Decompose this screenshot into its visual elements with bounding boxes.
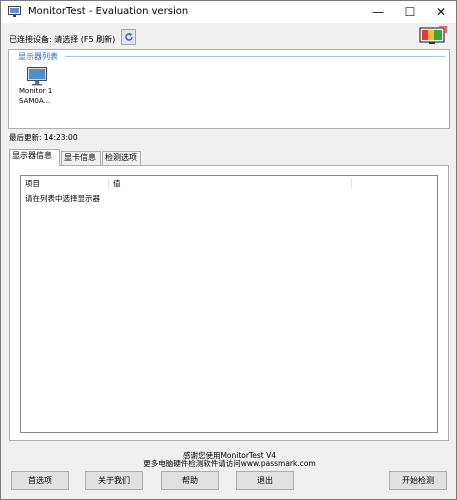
monitor-model: SAM0A... bbox=[19, 97, 51, 105]
start-test-button[interactable]: 开始检测 bbox=[389, 471, 447, 490]
main-window: MonitorTest - Evaluation version — ☐ ✕ 已… bbox=[0, 0, 457, 500]
group-divider bbox=[65, 56, 445, 57]
monitor-list-title: 显示器列表 bbox=[18, 51, 60, 62]
tab-test-options[interactable]: 检测选项 bbox=[102, 151, 141, 165]
column-header-item[interactable]: 项目 bbox=[25, 178, 40, 189]
close-button[interactable]: ✕ bbox=[425, 1, 457, 23]
monitor-list-panel: 显示器列表 Monitor 1 SAM0A... bbox=[8, 49, 450, 129]
passmark-logo-icon bbox=[419, 26, 447, 44]
column-separator[interactable] bbox=[351, 178, 352, 189]
website-text: 更多电脑硬件检测软件请访问www.passmark.com bbox=[143, 459, 316, 468]
tab-panel: 项目 值 请在列表中选择显示器 bbox=[9, 165, 449, 441]
monitor-name: Monitor 1 bbox=[19, 87, 53, 95]
column-separator[interactable] bbox=[108, 178, 109, 189]
column-header-value[interactable]: 值 bbox=[113, 178, 121, 189]
monitor-list-item[interactable]: Monitor 1 SAM0A... bbox=[19, 67, 69, 106]
exit-button[interactable]: 退出 bbox=[236, 471, 294, 490]
monitor-info-list[interactable]: 项目 值 请在列表中选择显示器 bbox=[20, 175, 438, 433]
help-button[interactable]: 帮助 bbox=[161, 471, 219, 490]
monitor-list-header: 显示器列表 bbox=[9, 50, 449, 62]
app-icon bbox=[8, 6, 21, 17]
list-row-message: 请在列表中选择显示器 bbox=[25, 194, 100, 203]
refresh-button[interactable] bbox=[121, 29, 136, 45]
monitor-icon bbox=[27, 67, 47, 86]
minimize-icon: — bbox=[372, 5, 384, 19]
about-button[interactable]: 关于我们 bbox=[85, 471, 143, 490]
close-icon: ✕ bbox=[435, 5, 447, 19]
list-header: 项目 值 bbox=[21, 176, 437, 191]
title-bar[interactable]: MonitorTest - Evaluation version — ☐ ✕ bbox=[1, 1, 456, 23]
maximize-icon: ☐ bbox=[404, 5, 416, 19]
minimize-button[interactable]: — bbox=[362, 1, 394, 23]
preferences-button[interactable]: 首选项 bbox=[11, 471, 69, 490]
connected-device-label: 已连接设备: 请选择 (F5 刷新) bbox=[9, 35, 116, 44]
last-update-label: 最后更新: 14:23:00 bbox=[9, 133, 78, 142]
window-title: MonitorTest - Evaluation version bbox=[28, 6, 189, 17]
tab-gpu-info[interactable]: 显卡信息 bbox=[61, 151, 101, 165]
tab-monitor-info[interactable]: 显示器信息 bbox=[9, 149, 60, 166]
maximize-button[interactable]: ☐ bbox=[394, 1, 426, 23]
refresh-icon bbox=[124, 32, 133, 41]
